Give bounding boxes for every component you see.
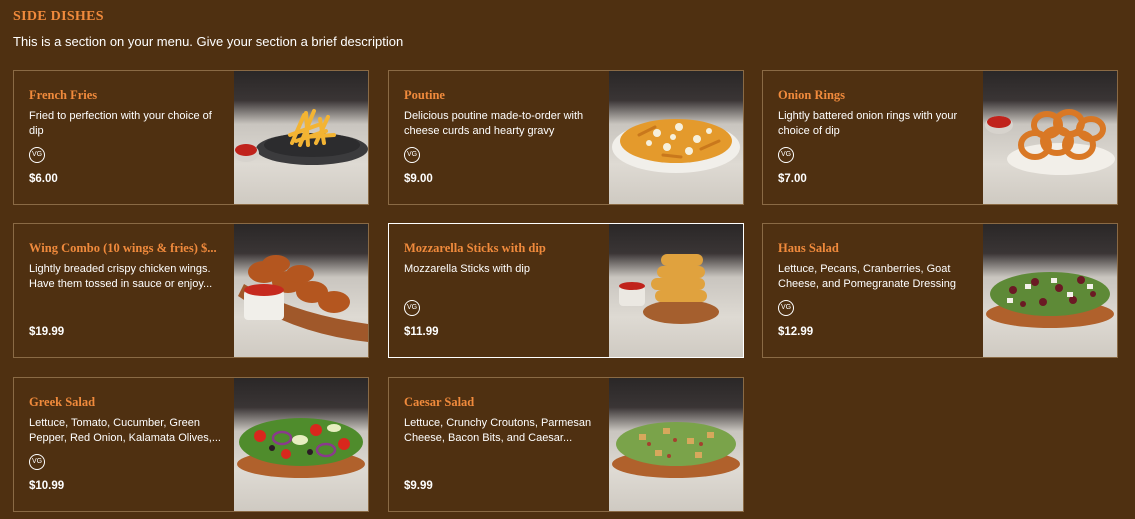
menu-item-name: Wing Combo (10 wings & fries) $... <box>29 241 217 255</box>
menu-item-name: Haus Salad <box>778 241 839 255</box>
menu-item-card-poutine[interactable]: Poutine Delicious poutine made-to-order … <box>388 70 744 205</box>
menu-item-price: $11.99 <box>404 326 439 338</box>
menu-item-card-caesar-salad[interactable]: Caesar Salad Lettuce, Crunchy Croutons, … <box>388 377 744 512</box>
section-title: SIDE DISHES <box>13 9 104 24</box>
french-fries-photo <box>234 71 368 204</box>
section-description: This is a section on your menu. Give you… <box>13 34 404 49</box>
vegetarian-badge-icon: VG <box>404 300 420 316</box>
menu-item-name: French Fries <box>29 88 98 102</box>
menu-item-name: Caesar Salad <box>404 395 475 409</box>
menu-item-card-onion-rings[interactable]: Onion Rings Lightly battered onion rings… <box>762 70 1118 205</box>
menu-item-card-wing-combo[interactable]: Wing Combo (10 wings & fries) $... Light… <box>13 223 369 358</box>
menu-item-price: $9.99 <box>404 480 433 492</box>
menu-item-card-haus-salad[interactable]: Haus Salad Lettuce, Pecans, Cranberries,… <box>762 223 1118 358</box>
menu-item-card-mozzarella-sticks[interactable]: Mozzarella Sticks with dip Mozzarella St… <box>388 223 744 358</box>
menu-item-description: Lettuce, Pecans, Cranberries, Goat Chees… <box>778 263 956 290</box>
vegetarian-badge-icon: VG <box>778 300 794 316</box>
poutine-photo <box>609 71 743 204</box>
menu-item-name: Onion Rings <box>778 88 846 102</box>
vegetarian-badge-icon: VG <box>29 147 45 163</box>
menu-item-description: Delicious poutine made-to-order with che… <box>404 110 584 137</box>
menu-item-name: Poutine <box>404 88 445 102</box>
menu-item-card-greek-salad[interactable]: Greek Salad Lettuce, Tomato, Cucumber, G… <box>13 377 369 512</box>
wing-combo-photo <box>234 224 368 357</box>
vegetarian-badge-icon: VG <box>404 147 420 163</box>
menu-item-description: Fried to perfection with your choice of … <box>29 110 212 137</box>
haus-salad-photo <box>983 224 1117 357</box>
menu-item-description: Lettuce, Tomato, Cucumber, Green Pepper,… <box>29 417 221 444</box>
menu-item-price: $10.99 <box>29 480 65 492</box>
menu-item-name: Greek Salad <box>29 395 96 409</box>
vegetarian-badge-icon: VG <box>29 454 45 470</box>
menu-item-card-french-fries[interactable]: French Fries Fried to perfection with yo… <box>13 70 369 205</box>
menu-item-name: Mozzarella Sticks with dip <box>404 241 546 255</box>
menu-item-price: $9.00 <box>404 173 433 185</box>
menu-item-description: Lightly battered onion rings with your c… <box>778 110 958 137</box>
menu-item-description: Lettuce, Crunchy Croutons, Parmesan Chee… <box>404 417 592 444</box>
menu-item-price: $12.99 <box>778 326 814 338</box>
greek-salad-photo <box>234 378 368 511</box>
menu-item-price: $7.00 <box>778 173 807 185</box>
menu-item-price: $6.00 <box>29 173 58 185</box>
menu-item-description: Lightly breaded crispy chicken wings. Ha… <box>29 263 213 290</box>
caesar-salad-photo <box>609 378 743 511</box>
onion-rings-photo <box>983 71 1117 204</box>
mozzarella-sticks-photo <box>609 224 743 357</box>
menu-item-description: Mozzarella Sticks with dip <box>404 263 530 275</box>
menu-item-price: $19.99 <box>29 326 65 338</box>
vegetarian-badge-icon: VG <box>778 147 794 163</box>
